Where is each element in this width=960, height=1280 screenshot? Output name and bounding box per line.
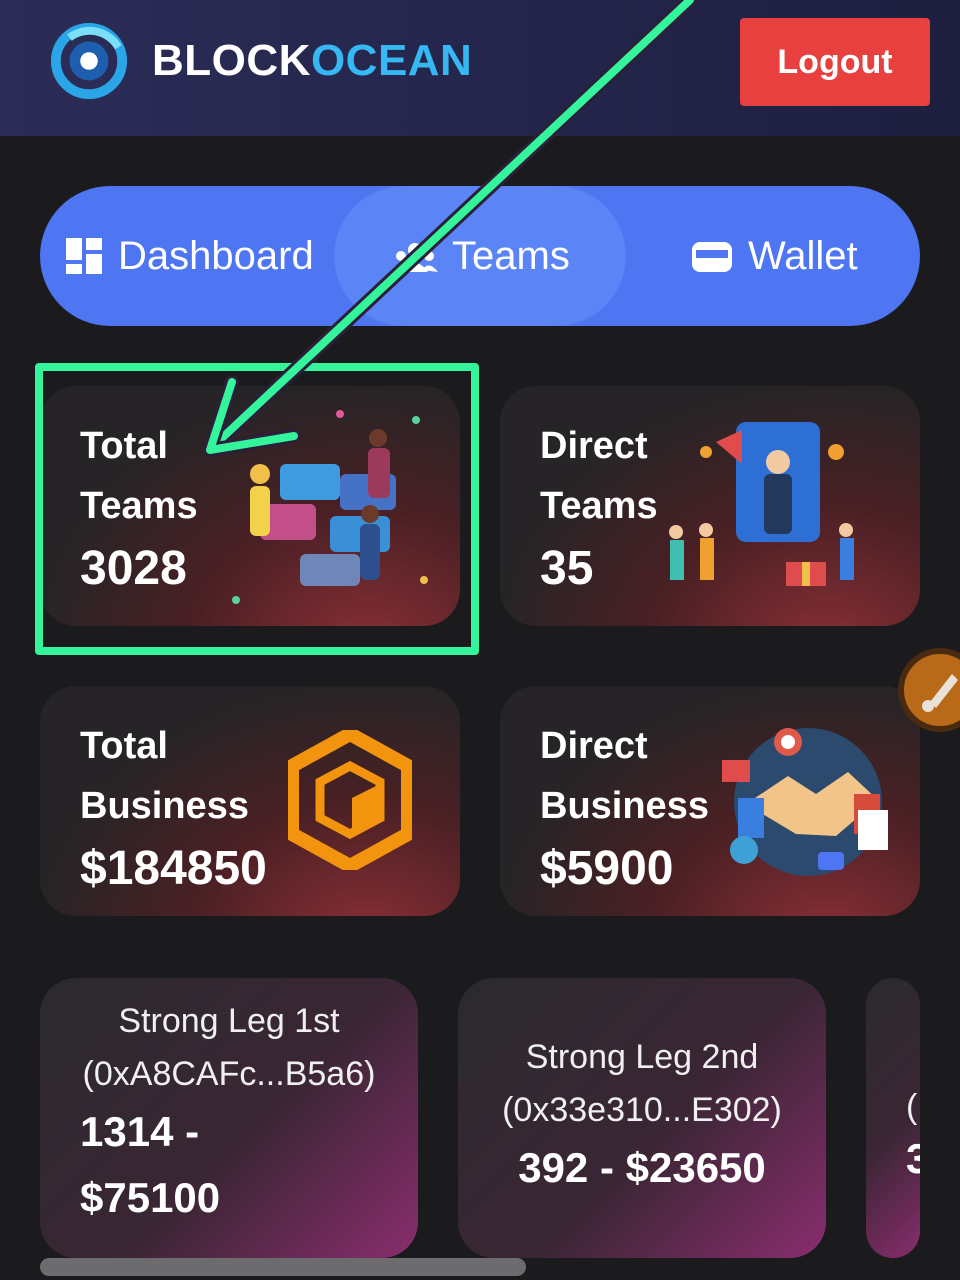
strong-leg-1-value-line-1: 1314 - [80,1108,200,1155]
tab-teams[interactable]: Teams [392,186,570,326]
strong-leg-3-card-partial[interactable]: ( 3 [866,978,920,1258]
users-icon [392,243,438,272]
strong-leg-2-value: 392 - $23650 [518,1144,766,1191]
main-nav: Dashboard Teams Wallet [40,186,920,326]
total-business-text: Total Business $184850 [80,716,267,902]
total-teams-label-1: Total [80,425,168,467]
direct-business-text: Direct Business $5900 [540,716,709,902]
tab-teams-label: Teams [452,233,570,278]
total-business-label-2: Business [80,785,249,827]
strong-leg-1-title: Strong Leg 1st [118,1002,340,1040]
direct-teams-label-1: Direct [540,425,648,467]
strong-leg-3-partial-text-1: ( [906,1088,918,1126]
strong-leg-1-card[interactable]: Strong Leg 1st (0xA8CAFc...B5a6) 1314 - … [40,978,418,1258]
hexagon-cube-icon [288,730,412,870]
tab-dashboard-label: Dashboard [118,233,314,278]
tab-dashboard[interactable]: Dashboard [64,186,314,326]
total-business-value: $184850 [80,842,267,895]
tab-wallet-label: Wallet [748,233,858,278]
strong-leg-3-partial-text-2: 3 [906,1135,920,1182]
marketing-team-illustration [669,422,854,586]
brand-part-block: BLOCK [152,36,311,85]
total-teams-value: 3028 [80,542,187,595]
direct-business-card[interactable]: Direct Business $5900 [500,686,920,916]
brand-name[interactable]: BLOCKOCEAN [152,36,472,86]
direct-business-value: $5900 [540,842,674,895]
direct-business-label-1: Direct [540,725,648,767]
handshake-illustration [722,728,888,876]
dashboard-grid-icon [66,238,102,274]
puzzle-team-illustration [232,410,428,604]
app-header: BLOCKOCEAN Logout [0,0,960,136]
strong-leg-2-title: Strong Leg 2nd [525,1038,759,1076]
wallet-icon [692,242,732,272]
strong-leg-2-card[interactable]: Strong Leg 2nd (0x33e310...E302) 392 - $… [458,978,826,1258]
direct-business-label-2: Business [540,785,709,827]
horizontal-scrollbar[interactable] [40,1258,526,1276]
strong-leg-1-value-line-2: $75100 [80,1174,221,1221]
tab-wallet[interactable]: Wallet [690,186,858,326]
logout-button[interactable]: Logout [740,18,930,106]
total-teams-card[interactable]: Total Teams 3028 [40,386,460,626]
total-teams-text: Total Teams 3028 [80,416,198,602]
direct-teams-text: Direct Teams 35 [540,416,658,602]
brand-part-ocean: OCEAN [310,36,473,85]
brush-icon [922,674,958,712]
strong-leg-1-address: (0xA8CAFc...B5a6) [82,1055,376,1093]
direct-teams-label-2: Teams [540,485,658,527]
strong-leg-2-address: (0x33e310...E302) [502,1091,782,1129]
direct-teams-value: 35 [540,542,594,595]
customize-fab-button[interactable] [898,648,960,732]
direct-teams-card[interactable]: Direct Teams 35 [500,386,920,626]
total-business-card[interactable]: Total Business $184850 [40,686,460,916]
total-teams-label-2: Teams [80,485,198,527]
blockocean-logo-icon [50,22,128,100]
total-business-label-1: Total [80,725,168,767]
